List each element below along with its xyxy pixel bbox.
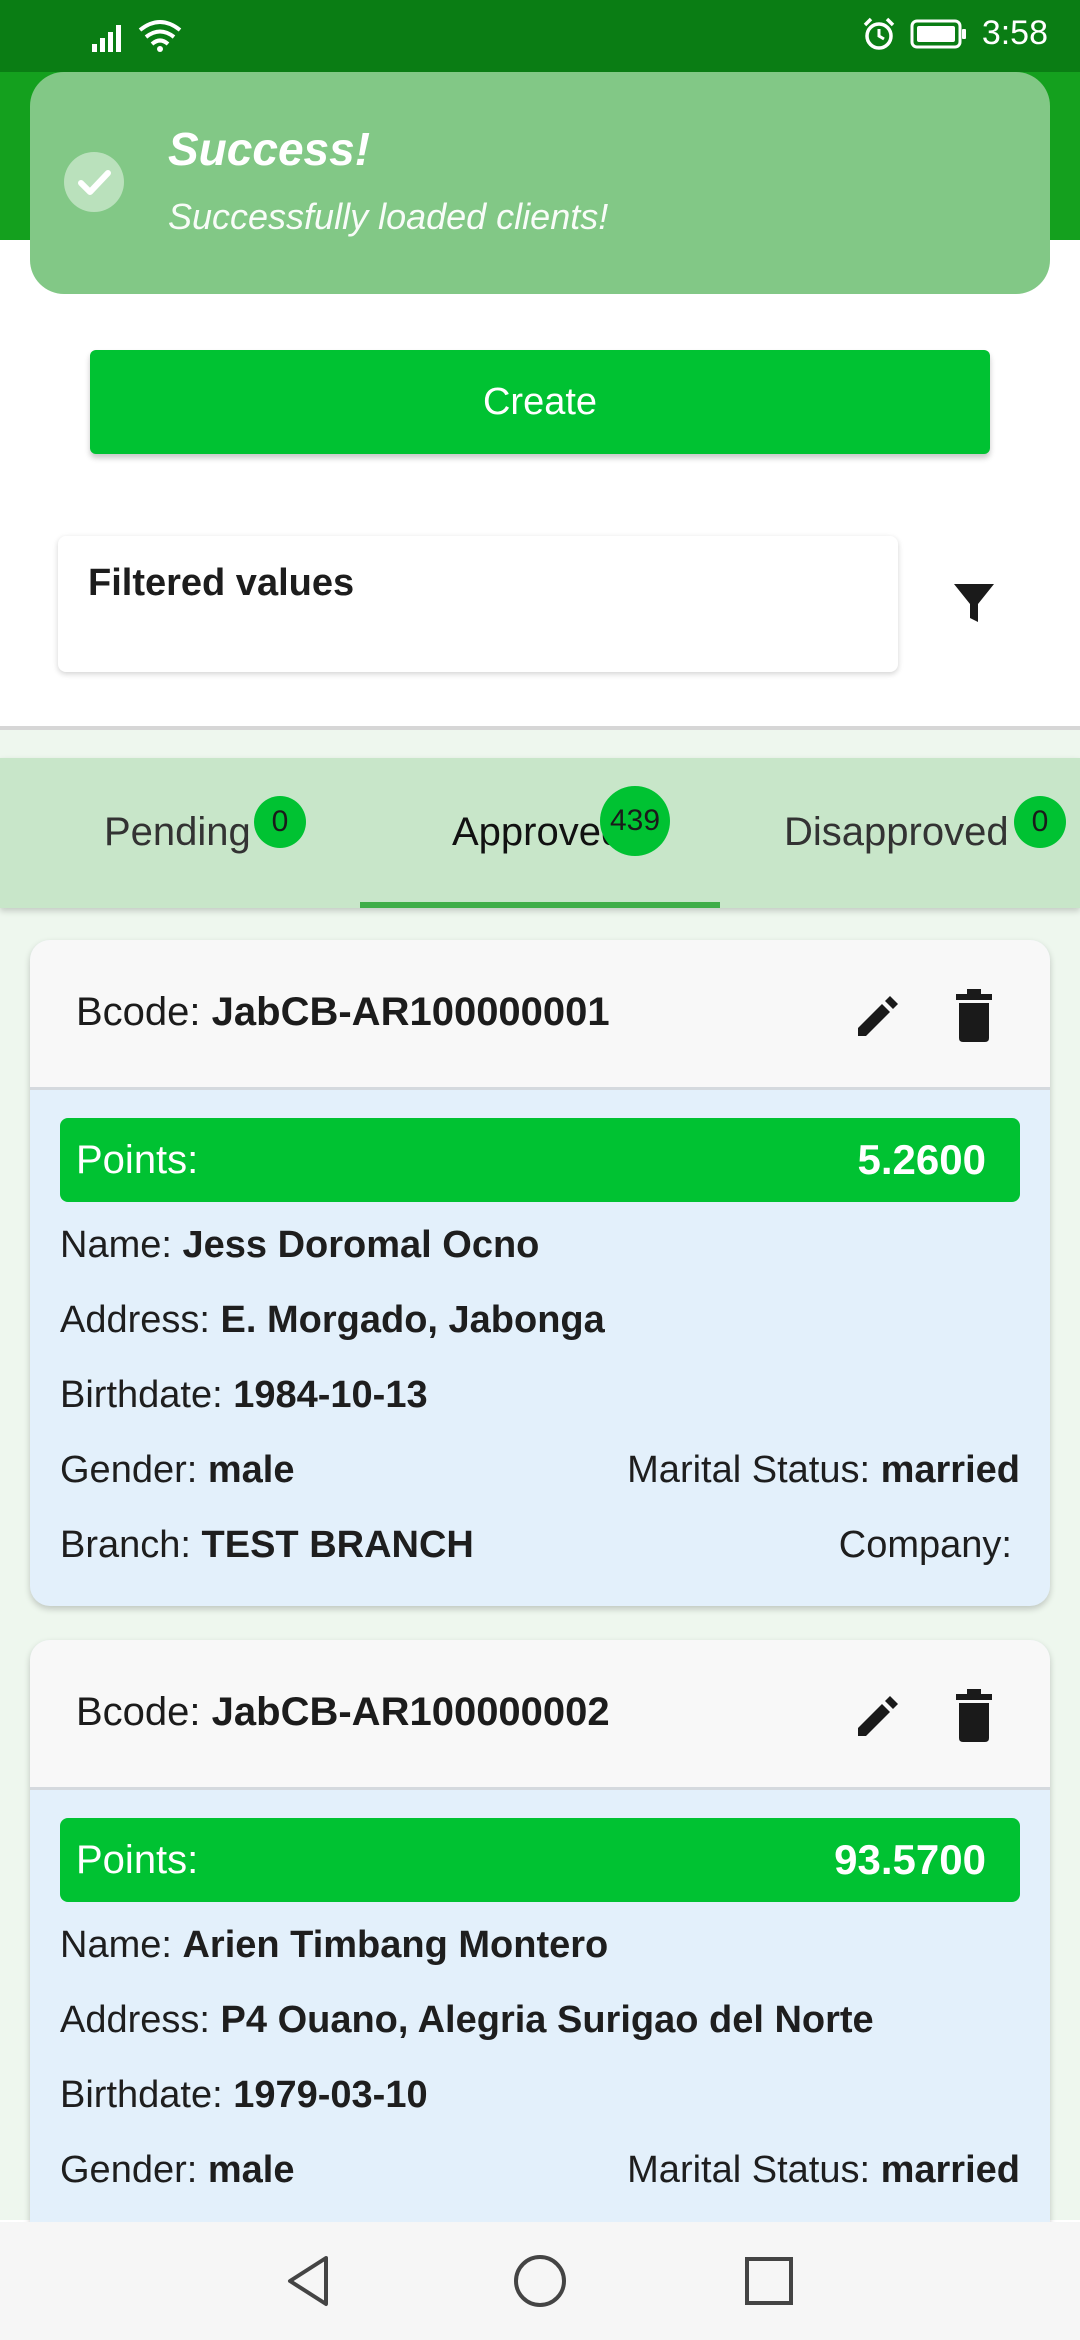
- bcode-line: Bcode: JabCB-AR100000002: [76, 1690, 610, 1734]
- client-card[interactable]: Bcode: JabCB-AR100000001 Points: 5.2600 …: [30, 940, 1050, 1606]
- tab-disapproved[interactable]: Disapproved 0: [720, 758, 1080, 908]
- status-left: [92, 18, 182, 52]
- points-bar: Points: 93.5700: [60, 1818, 1020, 1902]
- tab-count-badge: 0: [254, 796, 306, 848]
- status-time: 3:58: [981, 14, 1048, 52]
- bcode-value: JabCB-AR100000001: [211, 990, 610, 1034]
- birthdate-row: Birthdate: 1979-03-10: [60, 2074, 428, 2116]
- tab-pending[interactable]: Pending 0: [0, 758, 360, 908]
- filter-icon[interactable]: [944, 572, 1004, 632]
- edit-icon[interactable]: [852, 1690, 904, 1742]
- delete-icon[interactable]: [948, 988, 1000, 1044]
- status-bar: 3:58: [0, 0, 1080, 72]
- points-value: 5.2600: [857, 1136, 986, 1183]
- bcode-line: Bcode: JabCB-AR100000001: [76, 990, 610, 1034]
- active-tab-indicator: [360, 902, 720, 908]
- address-row: Address: P4 Ouano, Alegria Surigao del N…: [60, 1999, 874, 2041]
- toast-title: Success!: [168, 123, 371, 175]
- tab-approved[interactable]: Approved 439: [360, 758, 720, 908]
- system-nav-bar: [0, 2222, 1080, 2340]
- toast-message: Successfully loaded clients!: [168, 196, 609, 237]
- alarm-icon: [863, 17, 895, 50]
- back-icon[interactable]: [278, 2250, 340, 2312]
- client-card[interactable]: Bcode: JabCB-AR100000002 Points: 93.5700…: [30, 1640, 1050, 2280]
- card-header: Bcode: JabCB-AR100000001: [30, 940, 1050, 1090]
- battery-icon: [910, 19, 966, 48]
- card-header: Bcode: JabCB-AR100000002: [30, 1640, 1050, 1790]
- tab-label: Approved: [452, 810, 624, 854]
- delete-icon[interactable]: [948, 1688, 1000, 1744]
- edit-icon[interactable]: [852, 990, 904, 1042]
- filter-values-box[interactable]: Filtered values: [58, 536, 898, 672]
- bcode-value: JabCB-AR100000002: [211, 1690, 610, 1734]
- success-toast[interactable]: Success! Successfully loaded clients!: [30, 72, 1050, 294]
- gender-row: Gender: male: [60, 2149, 295, 2191]
- marital-status-row: Marital Status: married: [627, 2149, 1020, 2191]
- tab-count-badge: 439: [600, 786, 670, 856]
- signal-icon: [92, 25, 121, 52]
- recents-icon[interactable]: [738, 2250, 800, 2312]
- points-bar: Points: 5.2600: [60, 1118, 1020, 1202]
- marital-status-row: Marital Status: married: [627, 1449, 1020, 1491]
- check-icon: [64, 152, 124, 212]
- gender-row: Gender: male: [60, 1449, 295, 1491]
- wifi-icon: [138, 20, 182, 52]
- filter-label: Filtered values: [88, 562, 355, 604]
- name-row: Name: Arien Timbang Montero: [60, 1924, 609, 1966]
- birthdate-row: Birthdate: 1984-10-13: [60, 1374, 428, 1416]
- create-button[interactable]: Create: [90, 350, 990, 454]
- status-tabs: Pending 0 Approved 439 Disapproved 0: [0, 758, 1080, 908]
- home-icon[interactable]: [509, 2250, 571, 2312]
- points-value: 93.5700: [834, 1836, 986, 1883]
- status-right: 3:58: [862, 14, 1048, 53]
- tab-label: Disapproved: [784, 810, 1009, 854]
- tab-label: Pending: [104, 810, 251, 854]
- name-row: Name: Jess Doromal Ocno: [60, 1224, 540, 1266]
- tab-count-badge: 0: [1014, 796, 1066, 848]
- company-row: Company:: [838, 1524, 1012, 1566]
- address-row: Address: E. Morgado, Jabonga: [60, 1299, 605, 1341]
- branch-row: Branch: TEST BRANCH: [60, 1524, 474, 1566]
